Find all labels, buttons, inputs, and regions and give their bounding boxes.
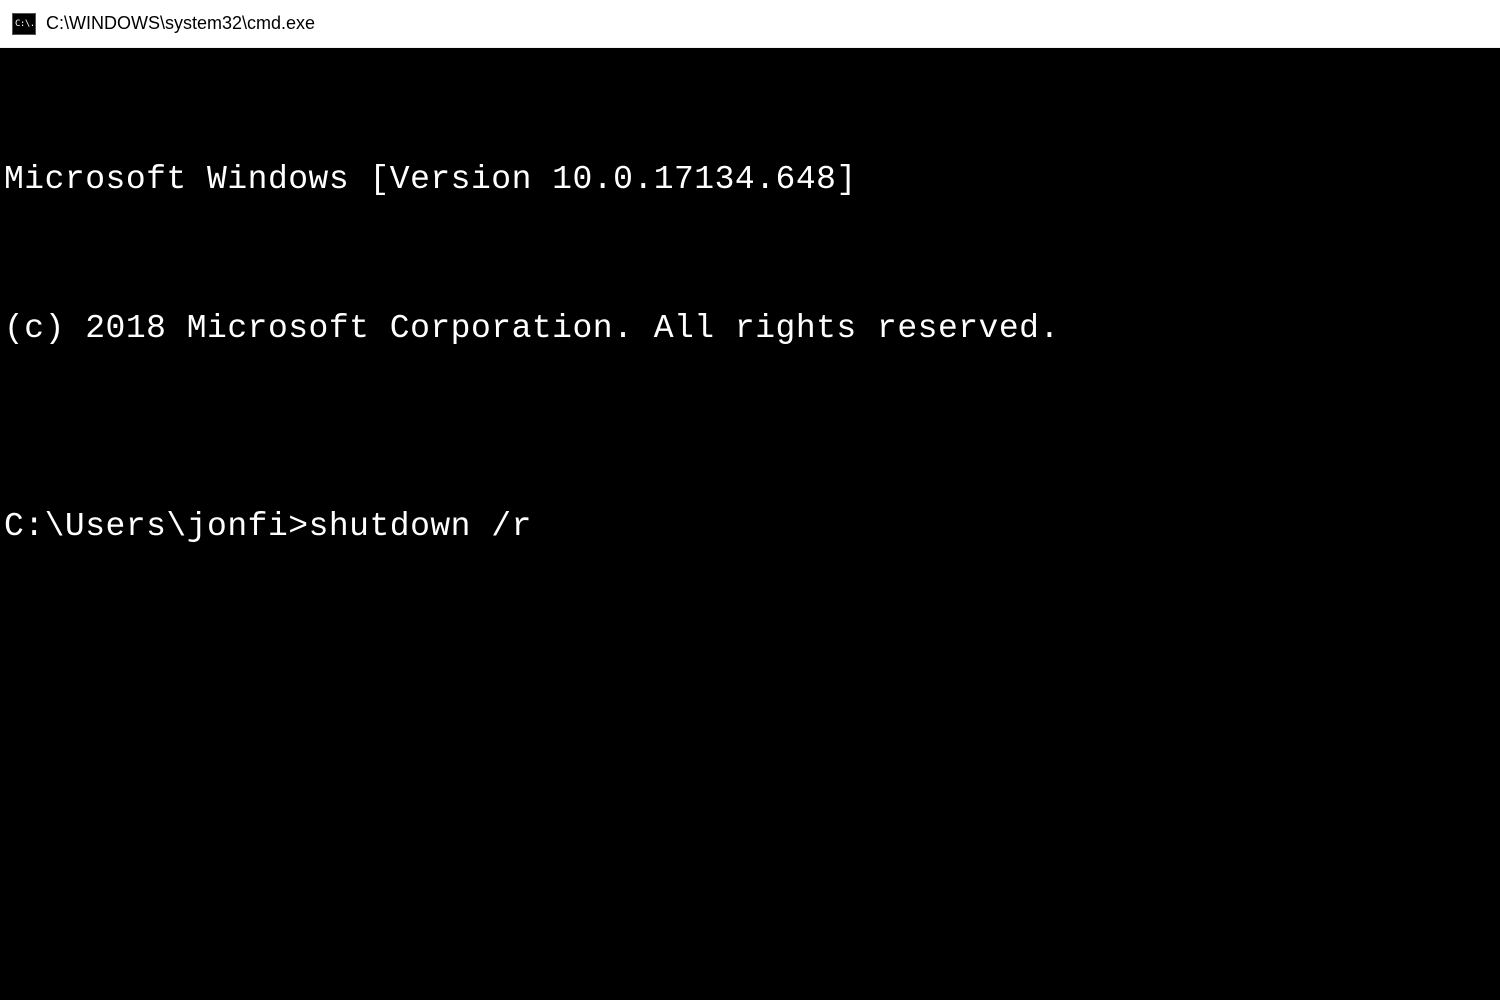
version-line: Microsoft Windows [Version 10.0.17134.64…	[4, 155, 1496, 205]
prompt-line: C:\Users\jonfi>shutdown /r	[4, 502, 1496, 552]
cmd-icon-text: C:\.	[15, 19, 35, 29]
title-bar[interactable]: C:\. C:\WINDOWS\system32\cmd.exe	[0, 0, 1500, 48]
terminal-area[interactable]: Microsoft Windows [Version 10.0.17134.64…	[0, 48, 1500, 1000]
prompt: C:\Users\jonfi>	[4, 508, 309, 545]
window-title: C:\WINDOWS\system32\cmd.exe	[46, 13, 315, 34]
cmd-icon: C:\.	[12, 13, 36, 35]
cmd-window: C:\. C:\WINDOWS\system32\cmd.exe Microso…	[0, 0, 1500, 1000]
command-input[interactable]: shutdown /r	[309, 508, 532, 545]
copyright-line: (c) 2018 Microsoft Corporation. All righ…	[4, 304, 1496, 354]
